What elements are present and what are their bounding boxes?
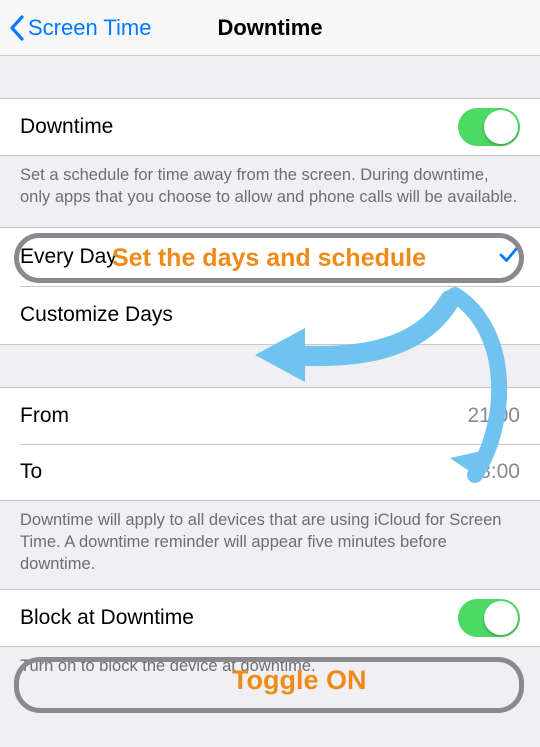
to-value: 08:00 bbox=[467, 460, 520, 484]
downtime-toggle-row: Downtime bbox=[0, 99, 540, 155]
block-downtime-label: Block at Downtime bbox=[20, 606, 458, 630]
every-day-row[interactable]: Every Day bbox=[0, 228, 540, 286]
chevron-left-icon bbox=[8, 14, 25, 42]
checkmark-icon bbox=[498, 243, 520, 270]
downtime-toggle-group: Downtime bbox=[0, 98, 540, 156]
block-downtime-group: Block at Downtime bbox=[0, 589, 540, 647]
to-label: To bbox=[20, 460, 467, 484]
back-button[interactable]: Screen Time bbox=[0, 14, 152, 42]
from-value: 21:00 bbox=[467, 404, 520, 428]
customize-days-label: Customize Days bbox=[20, 303, 520, 327]
customize-days-row[interactable]: Customize Days bbox=[0, 286, 540, 344]
time-range-group: From 21:00 To 08:00 bbox=[0, 387, 540, 501]
downtime-toggle[interactable] bbox=[458, 108, 520, 146]
time-range-footer: Downtime will apply to all devices that … bbox=[0, 501, 540, 588]
page-title: Downtime bbox=[217, 15, 322, 41]
every-day-label: Every Day bbox=[20, 245, 498, 269]
back-label: Screen Time bbox=[28, 15, 152, 41]
block-downtime-footer: Turn on to block the device at downtime. bbox=[0, 647, 540, 689]
schedule-days-group: Every Day Customize Days bbox=[0, 227, 540, 345]
navigation-bar: Screen Time Downtime bbox=[0, 0, 540, 56]
from-row[interactable]: From 21:00 bbox=[0, 388, 540, 444]
from-label: From bbox=[20, 404, 467, 428]
downtime-label: Downtime bbox=[20, 115, 458, 139]
downtime-footer: Set a schedule for time away from the sc… bbox=[0, 156, 540, 221]
block-downtime-toggle[interactable] bbox=[458, 599, 520, 637]
block-downtime-row: Block at Downtime bbox=[0, 590, 540, 646]
to-row[interactable]: To 08:00 bbox=[0, 444, 540, 500]
